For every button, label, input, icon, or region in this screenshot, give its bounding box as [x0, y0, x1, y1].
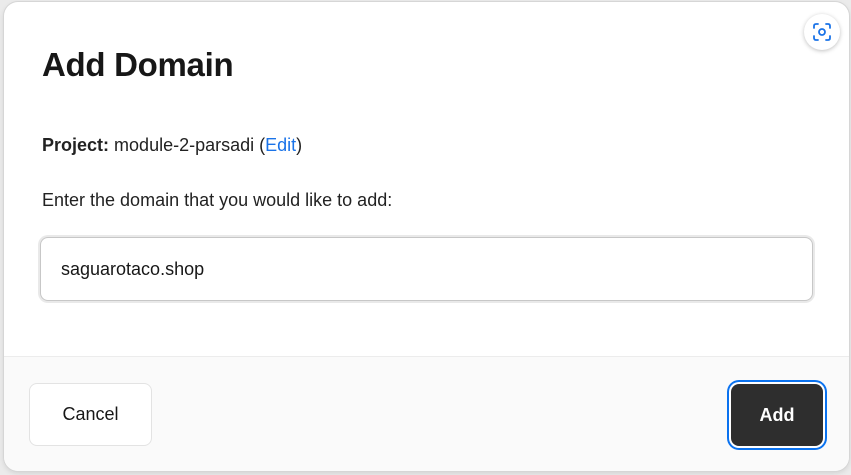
domain-prompt: Enter the domain that you would like to … — [42, 190, 393, 210]
dialog-title: Add Domain — [42, 46, 234, 83]
project-info: Project: module-2-parsadi (Edit) — [42, 135, 302, 156]
domain-input[interactable] — [40, 237, 813, 301]
cancel-button[interactable]: Cancel — [29, 383, 152, 446]
project-name: module-2-parsadi — [114, 135, 255, 155]
dialog-footer: Cancel Add — [4, 356, 849, 471]
add-button[interactable]: Add — [731, 384, 823, 446]
paren-close: ) — [296, 135, 303, 155]
dialog-body: Add Domain Project: module-2-parsadi (Ed… — [4, 2, 849, 356]
edit-project-link[interactable]: Edit — [265, 135, 296, 155]
project-label: Project: — [42, 135, 110, 155]
add-domain-dialog: Add Domain Project: module-2-parsadi (Ed… — [4, 2, 849, 471]
